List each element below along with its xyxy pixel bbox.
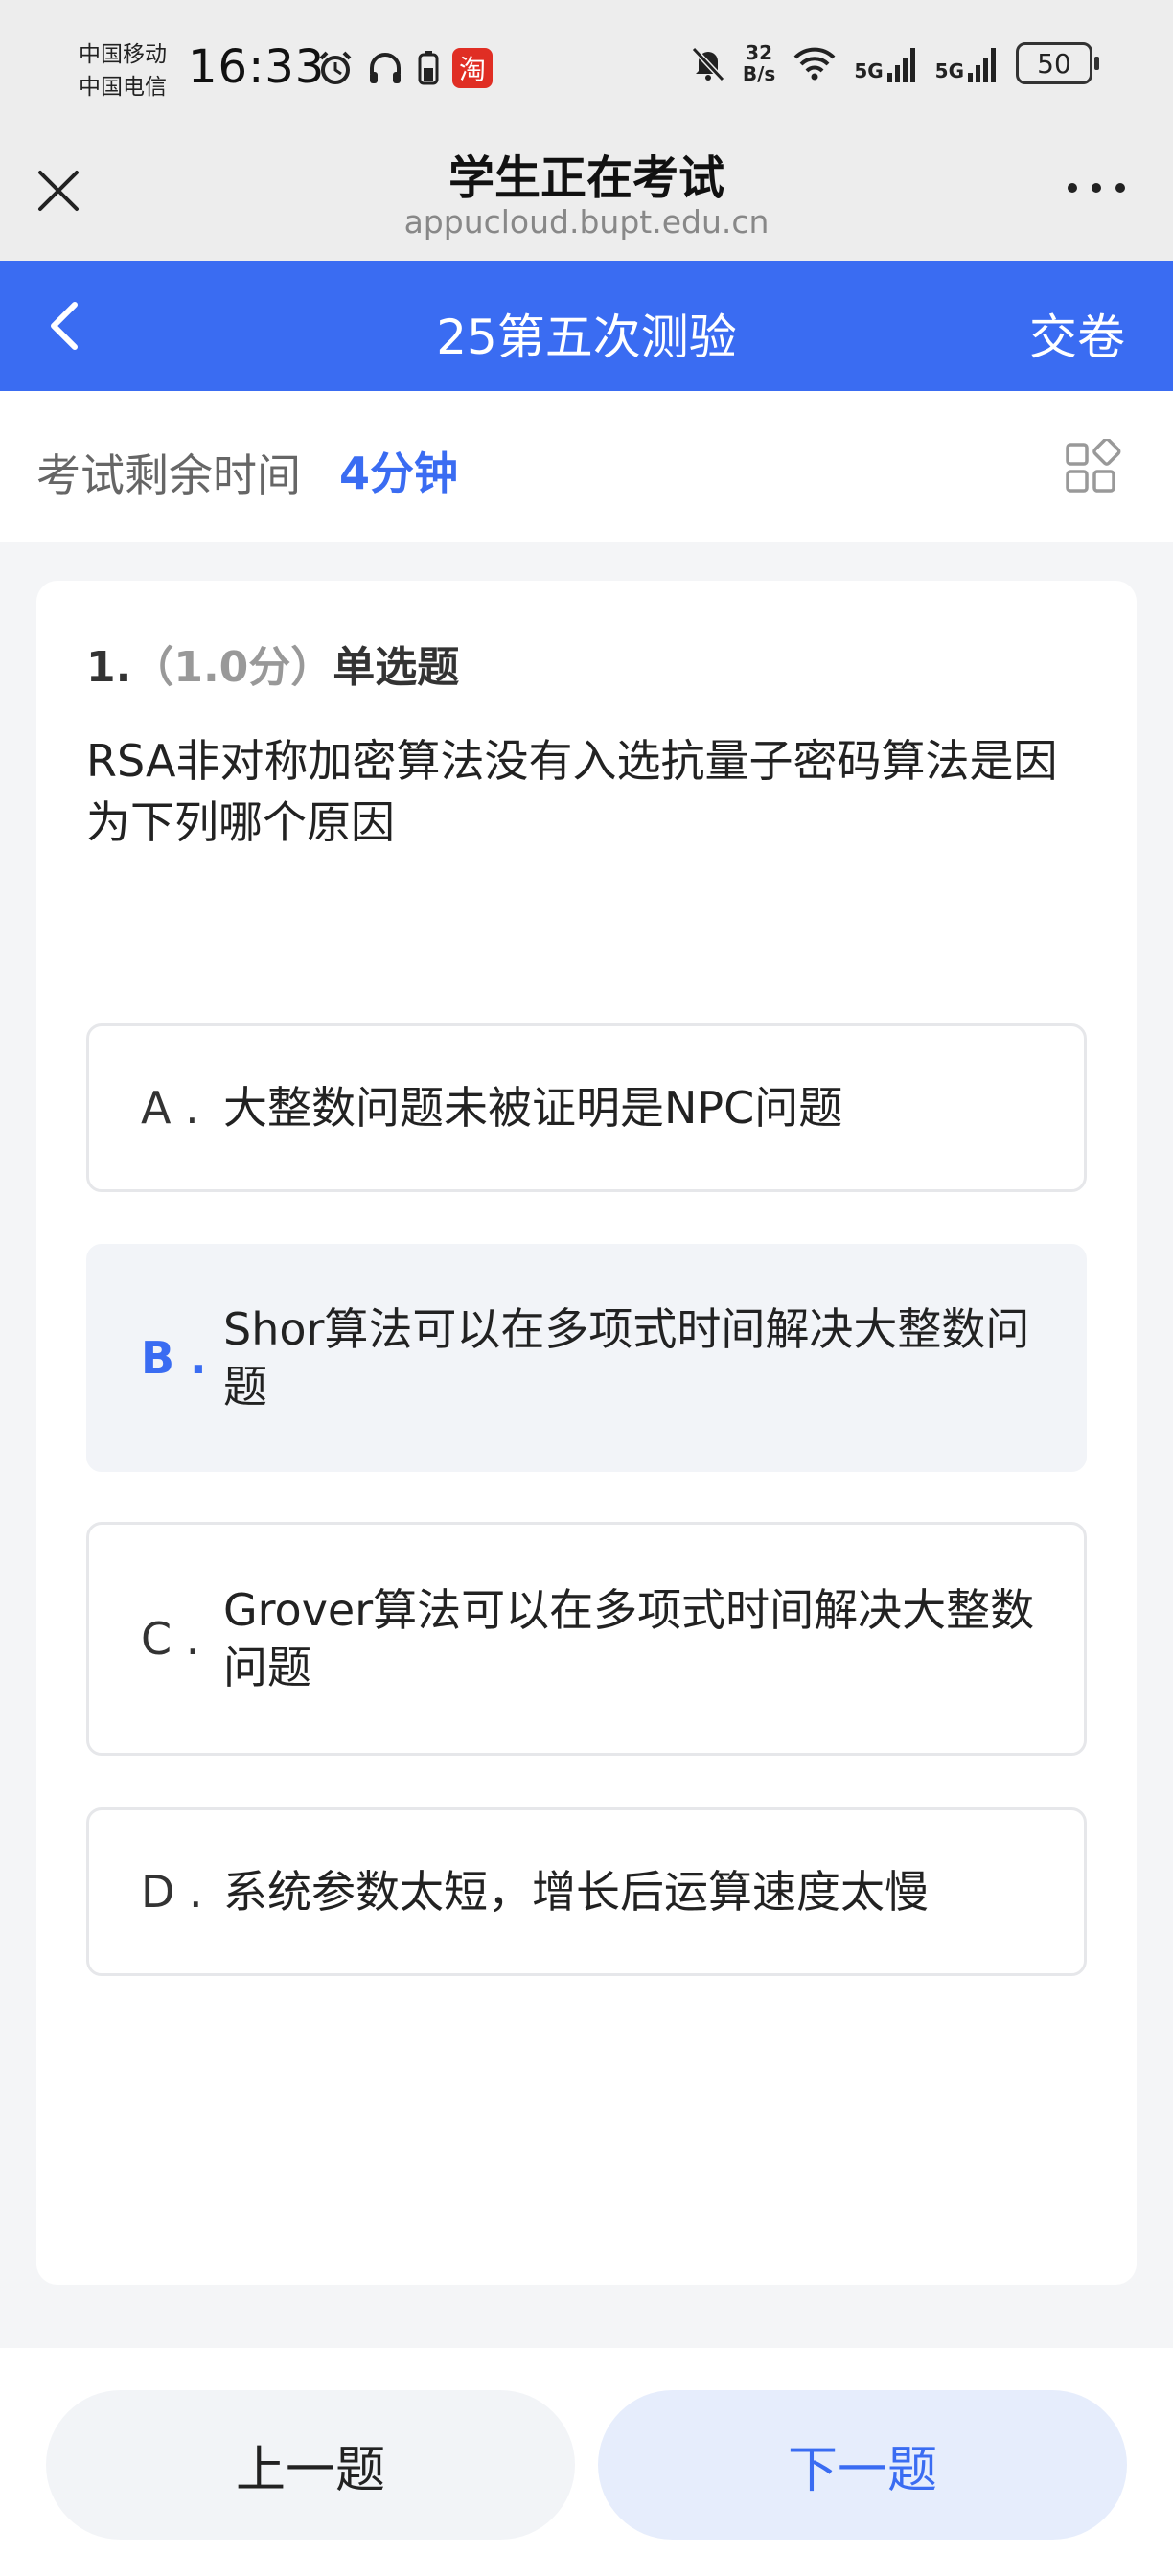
wifi-icon xyxy=(794,47,836,80)
dot-icon xyxy=(1092,183,1101,193)
network-speed: 32 B/s xyxy=(743,42,775,84)
time-remaining-label: 考试剩余时间 xyxy=(36,449,301,501)
option-letter: D . xyxy=(141,1866,203,1918)
next-question-button[interactable]: 下一题 xyxy=(598,2390,1127,2540)
network-speed-value: 32 xyxy=(746,41,772,64)
option-letter: A . xyxy=(141,1082,199,1134)
signal-label-1: 5G xyxy=(854,59,884,82)
dot-icon xyxy=(1068,183,1077,193)
signal-icon xyxy=(968,48,996,82)
question-number: 1. xyxy=(86,643,132,692)
taobao-icon: 淘 xyxy=(452,48,493,88)
option-d[interactable]: D . 系统参数太短，增长后运算速度太慢 xyxy=(86,1807,1087,1976)
status-icons-left: 淘 xyxy=(316,48,493,88)
webview-url: appucloud.bupt.edu.cn xyxy=(403,203,770,241)
app-bar: 25第五次测验 交卷 xyxy=(0,261,1173,391)
status-bar: 中国移动 中国电信 16:33 淘 32 B/s 5G 5G 50 xyxy=(0,0,1173,140)
battery-small-icon xyxy=(418,51,439,85)
webview-header: 学生正在考试 appucloud.bupt.edu.cn xyxy=(0,140,1173,261)
option-text: Grover算法可以在多项式时间解决大整数问题 xyxy=(223,1584,1035,1693)
mute-bell-icon xyxy=(691,46,725,82)
question-card: 1.（1.0分）单选题 RSA非对称加密算法没有入选抗量子密码算法是因为下列哪个… xyxy=(36,581,1137,2285)
option-text: 系统参数太短，增长后运算速度太慢 xyxy=(223,1866,929,1918)
webview-title: 学生正在考试 xyxy=(448,151,724,205)
bottom-navigation: 上一题 下一题 xyxy=(0,2348,1173,2576)
question-grid-icon[interactable] xyxy=(1064,439,1121,496)
question-score: （1.0分） xyxy=(131,643,334,692)
question-header: 1.（1.0分）单选题 xyxy=(86,632,459,694)
battery-indicator: 50 xyxy=(1016,42,1099,84)
carrier-2: 中国电信 xyxy=(79,75,167,100)
carrier-1: 中国移动 xyxy=(79,42,167,67)
more-options-button[interactable] xyxy=(1068,178,1125,197)
timer-bar: 考试剩余时间 4分钟 xyxy=(0,391,1173,542)
status-time: 16:33 xyxy=(188,40,326,94)
signal-icon xyxy=(886,48,915,82)
option-text: 大整数问题未被证明是NPC问题 xyxy=(223,1082,843,1134)
option-text: Shor算法可以在多项式时间解决大整数问题 xyxy=(223,1303,1030,1413)
exam-title: 25第五次测验 xyxy=(436,310,737,365)
option-c[interactable]: C . Grover算法可以在多项式时间解决大整数问题 xyxy=(86,1522,1087,1756)
dot-icon xyxy=(1116,183,1125,193)
headphones-icon xyxy=(370,53,401,83)
question-type: 单选题 xyxy=(333,643,460,692)
signal-group-1: 5G xyxy=(854,44,919,82)
network-speed-unit: B/s xyxy=(742,62,776,85)
signal-label-2: 5G xyxy=(934,59,964,82)
question-text: RSA非对称加密算法没有入选抗量子密码算法是因为下列哪个原因 xyxy=(86,735,1058,848)
previous-question-button[interactable]: 上一题 xyxy=(46,2390,575,2540)
option-letter: B . xyxy=(141,1332,207,1384)
submit-exam-button[interactable]: 交卷 xyxy=(1029,299,1125,368)
time-remaining-value: 4分钟 xyxy=(339,448,459,499)
alarm-icon xyxy=(319,51,352,84)
signal-group-2: 5G xyxy=(935,44,1000,82)
carrier-info: 中国移动 中国电信 xyxy=(79,38,167,104)
status-icons-right: 32 B/s 5G 5G 50 xyxy=(689,42,1099,84)
option-b[interactable]: B . Shor算法可以在多项式时间解决大整数问题 xyxy=(86,1244,1087,1472)
option-letter: C . xyxy=(141,1613,200,1665)
option-a[interactable]: A . 大整数问题未被证明是NPC问题 xyxy=(86,1024,1087,1192)
